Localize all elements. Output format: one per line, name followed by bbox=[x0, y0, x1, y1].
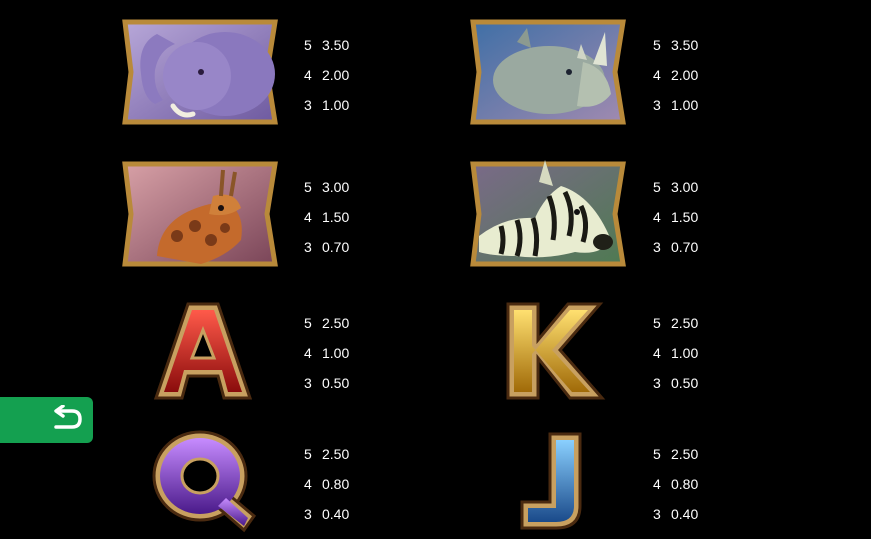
pay-row: 5 3.50 bbox=[304, 37, 350, 53]
giraffe-paytable: 5 3.00 4 1.50 3 0.70 bbox=[304, 172, 374, 262]
pay-row: 4 1.50 bbox=[653, 209, 699, 225]
giraffe-icon bbox=[122, 161, 278, 267]
zebra-icon bbox=[470, 160, 626, 267]
pay-row: 5 2.50 bbox=[304, 315, 350, 331]
pay-row: 5 3.00 bbox=[304, 179, 350, 195]
a-paytable: 5 2.50 4 1.00 3 0.50 bbox=[304, 308, 374, 398]
rhino-paytable: 5 3.50 4 2.00 3 1.00 bbox=[653, 30, 723, 120]
pay-row: 4 0.80 bbox=[653, 476, 699, 492]
pay-row: 3 0.70 bbox=[304, 239, 350, 255]
letter-j-icon bbox=[520, 432, 582, 530]
letter-q-icon bbox=[152, 430, 257, 533]
zebra-paytable: 5 3.00 4 1.50 3 0.70 bbox=[653, 172, 723, 262]
zebra-symbol bbox=[465, 156, 631, 272]
elephant-symbol bbox=[117, 14, 283, 130]
pay-row: 4 1.50 bbox=[304, 209, 350, 225]
rhino-icon bbox=[470, 19, 626, 125]
pay-row: 4 2.00 bbox=[304, 67, 350, 83]
pay-row: 3 0.50 bbox=[304, 375, 350, 391]
pay-row: 3 1.00 bbox=[653, 97, 699, 113]
k-paytable: 5 2.50 4 1.00 3 0.50 bbox=[653, 308, 723, 398]
pay-row: 3 0.50 bbox=[653, 375, 699, 391]
pay-row: 4 1.00 bbox=[304, 345, 350, 361]
letter-a-icon bbox=[153, 302, 253, 400]
pay-row: 4 2.00 bbox=[653, 67, 699, 83]
pay-row: 3 0.40 bbox=[653, 506, 699, 522]
letter-k-icon bbox=[506, 302, 606, 400]
pay-row: 3 0.70 bbox=[653, 239, 699, 255]
pay-row: 3 0.40 bbox=[304, 506, 350, 522]
q-paytable: 5 2.50 4 0.80 3 0.40 bbox=[304, 439, 374, 529]
j-paytable: 5 2.50 4 0.80 3 0.40 bbox=[653, 439, 723, 529]
elephant-paytable: 5 3.50 4 2.00 3 1.00 bbox=[304, 30, 374, 120]
pay-row: 5 2.50 bbox=[653, 446, 699, 462]
pay-row: 5 2.50 bbox=[653, 315, 699, 331]
rhino-symbol bbox=[465, 14, 631, 130]
pay-row: 5 2.50 bbox=[304, 446, 350, 462]
pay-row: 4 1.00 bbox=[653, 345, 699, 361]
back-button[interactable] bbox=[0, 397, 93, 443]
pay-row: 5 3.00 bbox=[653, 179, 699, 195]
giraffe-symbol bbox=[117, 156, 283, 272]
pay-row: 5 3.50 bbox=[653, 37, 699, 53]
pay-row: 4 0.80 bbox=[304, 476, 350, 492]
elephant-icon bbox=[122, 19, 278, 125]
pay-row: 3 1.00 bbox=[304, 97, 350, 113]
return-arrow-icon bbox=[54, 405, 82, 429]
